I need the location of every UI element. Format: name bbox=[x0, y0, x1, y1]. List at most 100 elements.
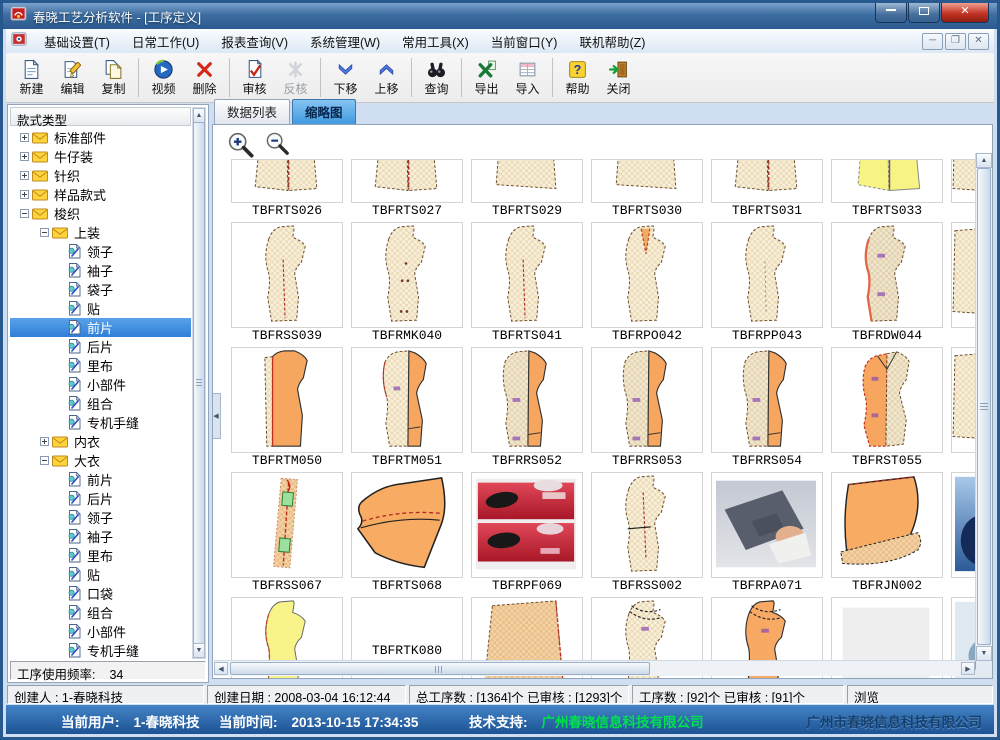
grid-cell[interactable]: TBFRPO042 bbox=[591, 222, 703, 343]
tree-item[interactable]: 贴 bbox=[10, 299, 191, 318]
tree-item[interactable]: 样品款式 bbox=[10, 185, 191, 204]
toolbar-button-edit[interactable]: 编辑 bbox=[52, 53, 93, 102]
toolbar-button-help[interactable]: ?帮助 bbox=[557, 53, 598, 102]
tree-item[interactable]: 贴 bbox=[10, 565, 191, 584]
tree-item[interactable]: 组合 bbox=[10, 394, 191, 413]
menu-item-3[interactable]: 报表查询(V) bbox=[210, 29, 299, 54]
pattern-thumbnail[interactable] bbox=[711, 347, 823, 453]
grid-cell[interactable]: TBFRTM051 bbox=[351, 347, 463, 468]
toolbar-button-search-binoculars[interactable]: 查询 bbox=[416, 53, 457, 102]
zoom-out-magnifier-icon[interactable] bbox=[265, 131, 295, 161]
pattern-thumbnail[interactable] bbox=[231, 347, 343, 453]
scroll-up-icon[interactable]: ▲ bbox=[976, 153, 992, 168]
expand-plus-icon[interactable] bbox=[40, 437, 49, 446]
pattern-thumbnail[interactable] bbox=[231, 222, 343, 328]
tree-item[interactable]: 袖子 bbox=[10, 527, 191, 546]
pattern-thumbnail[interactable] bbox=[351, 159, 463, 203]
tree-item[interactable]: 专机手缝 bbox=[10, 641, 191, 659]
horizontal-scrollbar[interactable]: ◀ ▶ bbox=[214, 660, 975, 676]
grid-cell[interactable]: TBFRDW044 bbox=[831, 222, 943, 343]
tab-thumbnail-view[interactable]: 缩略图 bbox=[292, 99, 356, 124]
menu-item-4[interactable]: 系统管理(W) bbox=[299, 29, 391, 54]
mdi-restore-button[interactable]: ❐ bbox=[945, 33, 966, 50]
tree-item[interactable]: 梭织 bbox=[10, 204, 191, 223]
toolbar-button-exit-door[interactable]: 关闭 bbox=[598, 53, 639, 102]
grid-cell[interactable]: TBFRTS027 bbox=[351, 159, 463, 218]
menu-item-1[interactable]: 基础设置(T) bbox=[33, 29, 121, 54]
menu-item-7[interactable]: 联机帮助(Z) bbox=[568, 29, 656, 54]
menu-item-5[interactable]: 常用工具(X) bbox=[391, 29, 480, 54]
expand-plus-icon[interactable] bbox=[20, 171, 29, 180]
vertical-scrollbar-thumb[interactable] bbox=[977, 168, 991, 645]
grid-cell[interactable]: TBFRTS026 bbox=[231, 159, 343, 218]
grid-cell[interactable]: TBFRPA071 bbox=[711, 472, 823, 593]
tree-item[interactable]: 小部件 bbox=[10, 375, 191, 394]
pattern-thumbnail[interactable] bbox=[591, 159, 703, 203]
tree-item[interactable]: 专机手缝 bbox=[10, 413, 191, 432]
menu-item-2[interactable]: 日常工作(U) bbox=[121, 29, 210, 54]
pattern-thumbnail[interactable] bbox=[591, 222, 703, 328]
pattern-thumbnail[interactable] bbox=[351, 222, 463, 328]
pattern-thumbnail[interactable] bbox=[231, 159, 343, 203]
scroll-down-icon[interactable]: ▼ bbox=[193, 643, 205, 658]
menu-item-6[interactable]: 当前窗口(Y) bbox=[480, 29, 569, 54]
grid-cell[interactable]: TBFRTS031 bbox=[711, 159, 823, 218]
collapse-minus-icon[interactable] bbox=[20, 209, 29, 218]
tree-item[interactable]: 组合 bbox=[10, 603, 191, 622]
tree-item[interactable]: 大衣 bbox=[10, 451, 191, 470]
toolbar-button-move-up[interactable]: 上移 bbox=[366, 53, 407, 102]
tree-item[interactable]: 标准部件 bbox=[10, 128, 191, 147]
tree-scrollbar[interactable]: ▲ ▼ bbox=[192, 107, 206, 659]
grid-cell[interactable]: TBFRPP043 bbox=[711, 222, 823, 343]
tree-item[interactable]: 口袋 bbox=[10, 584, 191, 603]
zoom-in-magnifier-icon[interactable] bbox=[227, 131, 257, 161]
expand-plus-icon[interactable] bbox=[20, 190, 29, 199]
mdi-minimize-button[interactable]: ─ bbox=[922, 33, 943, 50]
tree-item[interactable]: 后片 bbox=[10, 337, 191, 356]
expand-plus-icon[interactable] bbox=[20, 133, 29, 142]
toolbar-button-approve-check[interactable]: 审核 bbox=[234, 53, 275, 102]
pattern-thumbnail[interactable] bbox=[471, 159, 583, 203]
grid-cell[interactable]: TBFRSS067 bbox=[231, 472, 343, 593]
toolbar-button-video-play[interactable]: 视频 bbox=[143, 53, 184, 102]
pattern-thumbnail[interactable] bbox=[711, 472, 823, 578]
grid-cell[interactable]: TBFRSS039 bbox=[231, 222, 343, 343]
tree-item[interactable]: 后片 bbox=[10, 489, 191, 508]
tree-item[interactable]: 领子 bbox=[10, 508, 191, 527]
vertical-scrollbar[interactable]: ▲ ▼ bbox=[975, 153, 992, 661]
pattern-thumbnail[interactable] bbox=[351, 472, 463, 578]
toolbar-button-new-document[interactable]: 新建 bbox=[11, 53, 52, 102]
tree-item[interactable]: 上装 bbox=[10, 223, 191, 242]
scroll-left-icon[interactable]: ◀ bbox=[214, 662, 228, 675]
maximize-button[interactable] bbox=[908, 3, 940, 23]
pattern-thumbnail[interactable] bbox=[711, 222, 823, 328]
pattern-thumbnail[interactable] bbox=[831, 222, 943, 328]
tree-item[interactable]: 袖子 bbox=[10, 261, 191, 280]
collapse-minus-icon[interactable] bbox=[40, 228, 49, 237]
tree-item[interactable]: 内衣 bbox=[10, 432, 191, 451]
toolbar-button-export-excel[interactable]: 导出 bbox=[466, 53, 507, 102]
pattern-thumbnail[interactable] bbox=[351, 347, 463, 453]
pattern-thumbnail[interactable] bbox=[831, 472, 943, 578]
toolbar-button-import-grid[interactable]: 导入 bbox=[507, 53, 548, 102]
pattern-thumbnail[interactable] bbox=[591, 347, 703, 453]
grid-cell[interactable]: TBFRSS002 bbox=[591, 472, 703, 593]
horizontal-scrollbar-thumb[interactable] bbox=[230, 662, 650, 675]
grid-cell[interactable]: TBFRRS053 bbox=[591, 347, 703, 468]
tree-item[interactable]: 牛仔装 bbox=[10, 147, 191, 166]
tree-item-selected[interactable]: 前片 bbox=[10, 318, 191, 337]
scroll-up-icon[interactable]: ▲ bbox=[193, 108, 205, 123]
mdi-close-button[interactable]: ✕ bbox=[968, 33, 989, 50]
pattern-thumbnail[interactable] bbox=[591, 472, 703, 578]
grid-cell[interactable]: TBFRRS052 bbox=[471, 347, 583, 468]
grid-cell[interactable]: TBFRTS068 bbox=[351, 472, 463, 593]
tree-item[interactable]: 领子 bbox=[10, 242, 191, 261]
toolbar-button-unapprove[interactable]: 反核 bbox=[275, 53, 316, 102]
grid-cell[interactable]: TBFRTS030 bbox=[591, 159, 703, 218]
grid-cell[interactable]: TBFRST055 bbox=[831, 347, 943, 468]
pattern-thumbnail[interactable] bbox=[471, 222, 583, 328]
pattern-thumbnail[interactable] bbox=[471, 472, 583, 578]
tree-item[interactable]: 小部件 bbox=[10, 622, 191, 641]
tab-data-list[interactable]: 数据列表 bbox=[214, 99, 290, 124]
pattern-thumbnail[interactable] bbox=[471, 347, 583, 453]
